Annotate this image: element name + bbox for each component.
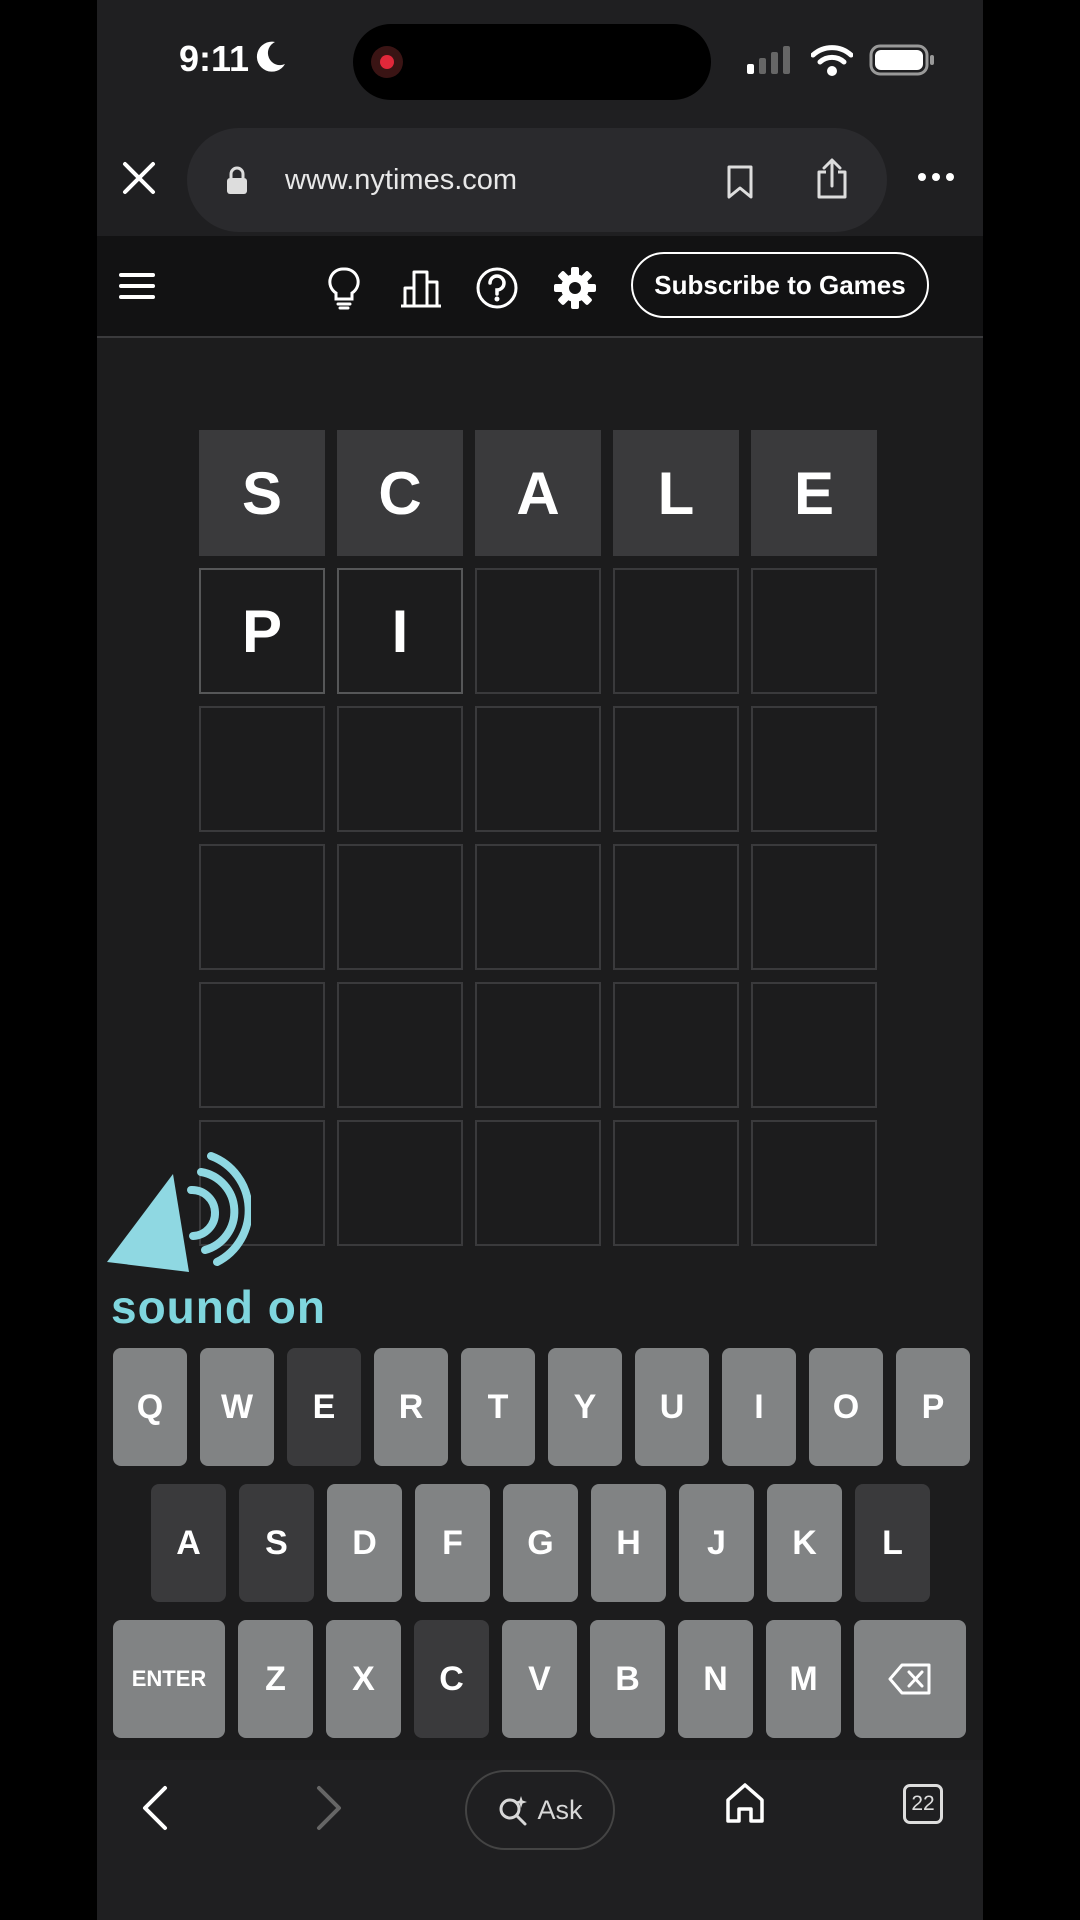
key-t[interactable]: T bbox=[461, 1348, 535, 1466]
key-j[interactable]: J bbox=[679, 1484, 754, 1602]
speaker-sound-icon bbox=[107, 1152, 251, 1272]
key-i[interactable]: I bbox=[722, 1348, 796, 1466]
game-header: Subscribe to Games bbox=[97, 236, 983, 338]
menu-icon[interactable] bbox=[119, 272, 155, 300]
key-l[interactable]: L bbox=[855, 1484, 930, 1602]
sound-on-label: sound on bbox=[111, 1281, 326, 1333]
key-u[interactable]: U bbox=[635, 1348, 709, 1466]
backspace-icon bbox=[888, 1663, 931, 1695]
key-o[interactable]: O bbox=[809, 1348, 883, 1466]
board-tile bbox=[613, 568, 739, 694]
back-arrow-icon[interactable] bbox=[139, 1784, 169, 1832]
dynamic-island bbox=[353, 24, 711, 100]
browser-address-bar: www.nytimes.com bbox=[97, 120, 983, 236]
board-tile: C bbox=[337, 430, 463, 556]
board-tile: A bbox=[475, 430, 601, 556]
board-tile bbox=[475, 844, 601, 970]
board-tile bbox=[613, 844, 739, 970]
backspace-key[interactable] bbox=[854, 1620, 966, 1738]
key-r[interactable]: R bbox=[374, 1348, 448, 1466]
wifi-icon bbox=[811, 45, 853, 76]
board-tile bbox=[751, 1120, 877, 1246]
key-c[interactable]: C bbox=[414, 1620, 489, 1738]
battery-icon bbox=[869, 44, 934, 76]
enter-key[interactable]: ENTER bbox=[113, 1620, 225, 1738]
key-z[interactable]: Z bbox=[238, 1620, 313, 1738]
ask-button[interactable]: Ask bbox=[465, 1770, 615, 1850]
key-h[interactable]: H bbox=[591, 1484, 666, 1602]
lock-icon bbox=[227, 166, 247, 194]
key-k[interactable]: K bbox=[767, 1484, 842, 1602]
settings-gear-icon[interactable] bbox=[553, 266, 597, 310]
statistics-icon[interactable] bbox=[399, 268, 443, 308]
status-bar: 9:11 bbox=[97, 0, 983, 120]
board-tile bbox=[199, 844, 325, 970]
search-sparkle-icon bbox=[499, 1796, 528, 1826]
key-n[interactable]: N bbox=[678, 1620, 753, 1738]
key-q[interactable]: Q bbox=[113, 1348, 187, 1466]
board-tile: E bbox=[751, 430, 877, 556]
close-icon[interactable] bbox=[119, 158, 159, 198]
key-g[interactable]: G bbox=[503, 1484, 578, 1602]
phone-screen: 9:11 www.nytimes.com Subscribe to Games … bbox=[97, 0, 983, 1920]
share-icon[interactable] bbox=[815, 158, 849, 200]
key-v[interactable]: V bbox=[502, 1620, 577, 1738]
board-tile: S bbox=[199, 430, 325, 556]
key-a[interactable]: A bbox=[151, 1484, 226, 1602]
key-f[interactable]: F bbox=[415, 1484, 490, 1602]
key-p[interactable]: P bbox=[896, 1348, 970, 1466]
board-tile bbox=[337, 844, 463, 970]
board-tile bbox=[199, 706, 325, 832]
key-m[interactable]: M bbox=[766, 1620, 841, 1738]
board-tile bbox=[475, 982, 601, 1108]
board-tile bbox=[613, 1120, 739, 1246]
board-tile bbox=[337, 982, 463, 1108]
recording-indicator-icon bbox=[371, 46, 403, 78]
board-tile bbox=[337, 706, 463, 832]
board-tile bbox=[475, 568, 601, 694]
board-tile bbox=[751, 982, 877, 1108]
key-d[interactable]: D bbox=[327, 1484, 402, 1602]
lightbulb-icon[interactable] bbox=[327, 266, 361, 310]
key-x[interactable]: X bbox=[326, 1620, 401, 1738]
tabs-count-button[interactable]: 22 bbox=[903, 1784, 943, 1824]
board-tile bbox=[475, 1120, 601, 1246]
status-time: 9:11 bbox=[179, 38, 250, 79]
browser-toolbar: Ask 22 bbox=[97, 1760, 983, 1920]
board-tile bbox=[199, 982, 325, 1108]
key-e[interactable]: E bbox=[287, 1348, 361, 1466]
moon-icon bbox=[256, 41, 285, 72]
bookmark-icon[interactable] bbox=[725, 164, 755, 200]
board-tile: P bbox=[199, 568, 325, 694]
cellular-signal-icon bbox=[747, 46, 790, 74]
board-tile: L bbox=[613, 430, 739, 556]
key-b[interactable]: B bbox=[590, 1620, 665, 1738]
key-y[interactable]: Y bbox=[548, 1348, 622, 1466]
board-tile bbox=[613, 706, 739, 832]
forward-arrow-icon[interactable] bbox=[315, 1784, 345, 1832]
url-text: www.nytimes.com bbox=[285, 164, 518, 196]
url-field[interactable]: www.nytimes.com bbox=[187, 128, 887, 232]
key-w[interactable]: W bbox=[200, 1348, 274, 1466]
board-tile bbox=[751, 568, 877, 694]
board-tile bbox=[751, 706, 877, 832]
home-icon[interactable] bbox=[725, 1782, 765, 1824]
board-tile: I bbox=[337, 568, 463, 694]
key-s[interactable]: S bbox=[239, 1484, 314, 1602]
subscribe-button[interactable]: Subscribe to Games bbox=[631, 252, 929, 318]
board-tile bbox=[613, 982, 739, 1108]
board-tile bbox=[475, 706, 601, 832]
board-tile bbox=[751, 844, 877, 970]
ask-label: Ask bbox=[537, 1794, 583, 1825]
help-icon[interactable] bbox=[475, 266, 519, 310]
board-tile bbox=[337, 1120, 463, 1246]
more-options-icon[interactable] bbox=[917, 172, 955, 182]
